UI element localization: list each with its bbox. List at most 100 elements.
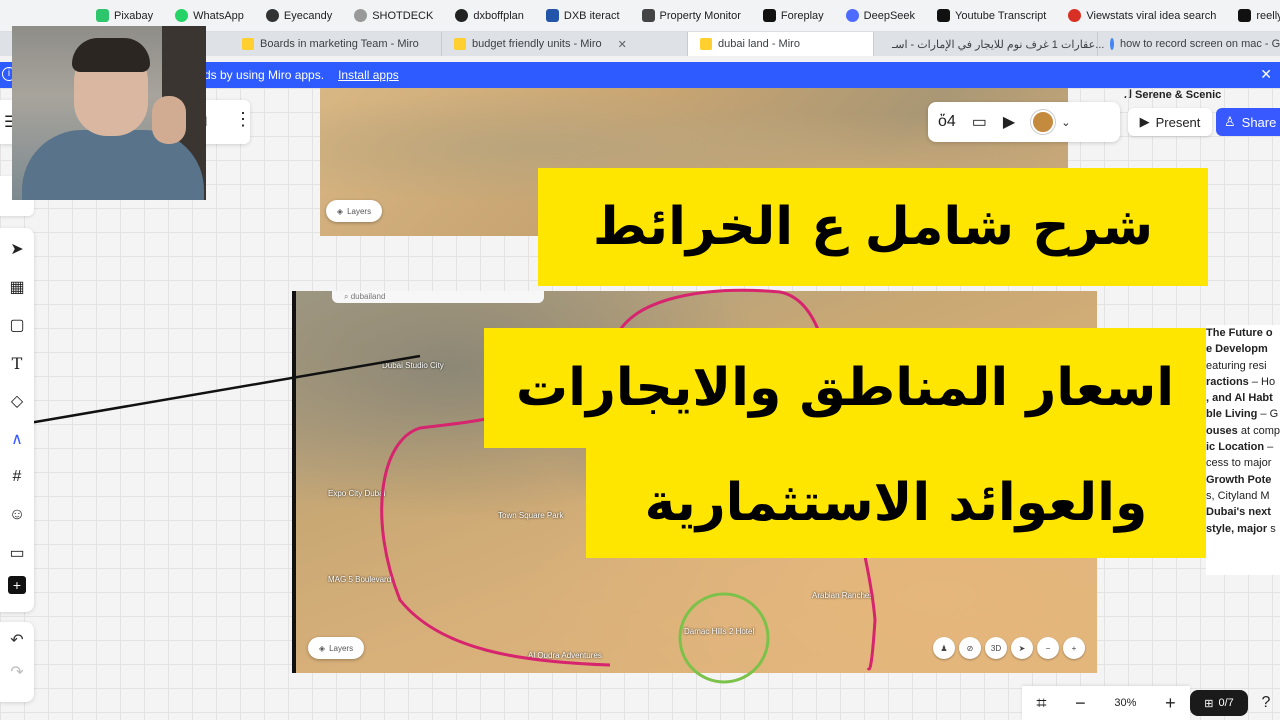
bookmark-youtube-transcript[interactable]: Youtube Transcript [937,9,1046,22]
sticky-note-icon[interactable]: ▢ [3,310,31,340]
viewstats-icon [1068,9,1082,22]
bookmark-foreplay[interactable]: Foreplay [762,9,824,22]
frames-pager[interactable]: ⊞ 0/7 [1190,690,1248,716]
left-toolbar: ➤ ▦ ▢ T ◇ ∧ # ☺ ▭ + [0,228,34,612]
undo-icon[interactable]: ↶ [10,630,23,650]
compass-icon[interactable]: ➤ [1011,637,1033,659]
redo-icon[interactable]: ↷ [10,662,23,682]
zoom-out-button[interactable]: − [1075,693,1086,714]
map-label-arabian-ranches: Arabian Ranches [812,591,874,600]
miro-icon [700,38,712,50]
tab-property-listings[interactable]: عقارات 1 غرف نوم للايجار في الإمارات - ا… [874,32,1104,56]
map-zoom-out-icon[interactable]: − [1037,637,1059,659]
map-layers-button-main[interactable]: ◈ Layers [308,637,364,659]
tab-boards-in-marketing[interactable]: Boards in marketing Team - Miro [230,32,442,56]
caption-line-3: والعوائد الاستثمارية [586,448,1206,558]
eyecandy-icon [265,9,279,22]
youtube-transcript-icon [937,9,951,22]
map-label-expo-city: Expo City Dubai [328,489,386,498]
reelly-icon [1238,9,1252,22]
webcam-overlay [12,26,206,200]
collaboration-toolbar: ὄ4 ▭ ▶ ⌄ [928,102,1120,142]
map-zoom-in-icon[interactable]: + [1063,637,1085,659]
globe-icon [354,9,368,22]
dxboffplan-icon [455,9,469,22]
text-document-card[interactable]: The Future o e Developm eaturing resi racti… [1206,325,1280,575]
close-banner-icon[interactable]: ✕ [1260,66,1272,83]
map-controls: ♟ ⊘ 3D ➤ − + [933,637,1085,659]
frame-icon[interactable]: # [3,462,31,492]
doc-line: ractions – Ho [1206,375,1276,388]
bookmark-dxb-iteract[interactable]: DXB iteract [545,9,620,22]
comment-icon[interactable]: ▭ [3,538,31,568]
doc-line: cess to major [1206,457,1272,470]
doc-line: style, major s [1206,522,1276,535]
chevron-down-icon[interactable]: ⌄ [1061,116,1070,129]
doc-heading-partial: ل Serene & Scenic [1124,89,1222,98]
more-options-icon[interactable]: ⋮ [234,109,252,130]
doc-line: , and Al Habt [1206,392,1273,405]
zoom-in-button[interactable]: + [1165,693,1176,714]
help-icon[interactable]: ? [1254,690,1278,716]
bookmark-pixabay[interactable]: Pixabay [96,9,153,22]
avatar[interactable] [1031,110,1056,134]
shapes-icon[interactable]: ◇ [3,386,31,416]
add-more-icon[interactable]: + [8,576,26,594]
share-user-icon: ♙ [1224,114,1236,129]
tab-google-search[interactable]: how to record screen on mac - Go [1098,32,1280,56]
banner-text: ds by using Miro apps. [204,68,325,82]
sticker-icon[interactable]: ☺ [3,500,31,530]
foreplay-icon [762,9,776,22]
select-tool-icon[interactable]: ➤ [3,234,31,264]
doc-line: e Developm [1206,343,1268,356]
deepseek-icon [845,9,859,22]
bookmark-whatsapp[interactable]: WhatsApp [175,9,244,22]
compass-off-icon[interactable]: ⊘ [959,637,981,659]
pixabay-icon [96,9,109,22]
undo-redo-toolbar: ↶ ↷ [0,622,34,702]
dxb-iteract-icon [545,9,559,22]
bookmark-dxboffplan[interactable]: dxboffplan [455,9,524,22]
doc-line: The Future o [1206,327,1273,339]
doc-line: s, Cityland M [1206,489,1270,502]
map-layers-button[interactable]: ◈ Layers [326,200,382,222]
bookmark-viewstats[interactable]: Viewstats viral idea search [1068,9,1216,22]
present-button[interactable]: ▶ Present [1128,108,1212,136]
reactions-icon[interactable]: ὄ4 [938,113,956,131]
close-tab-icon[interactable]: ✕ [618,38,627,51]
bookmark-deepseek[interactable]: DeepSeek [845,9,915,22]
bookmark-eyecandy[interactable]: Eyecandy [265,9,332,22]
map-3d-button[interactable]: 3D [985,637,1007,659]
tab-budget-friendly-units[interactable]: budget friendly units - Miro ✕ [442,32,688,56]
caption-line-2: اسعار المناطق والايجارات [484,328,1206,448]
bookmark-shotdeck[interactable]: SHOTDECK [354,9,433,22]
google-icon [1110,38,1114,50]
bookmark-property-monitor[interactable]: Property Monitor [641,9,741,22]
layers-icon: ◈ [318,643,326,653]
caption-line-1: شرح شامل ع الخرائط [538,168,1208,286]
search-icon: ⌕ [344,292,351,301]
text-tool-icon[interactable]: T [3,348,31,378]
zoom-level[interactable]: 30% [1114,697,1136,709]
chat-icon[interactable]: ▭ [972,112,987,132]
pegman-icon[interactable]: ♟ [933,637,955,659]
doc-line: ic Location – [1206,441,1274,454]
doc-line: Dubai's next [1206,506,1271,519]
map-label-studio-city: Dubai Studio City [382,361,444,370]
bookmark-reelly[interactable]: reelly [1238,9,1280,22]
tab-dubai-land[interactable]: dubai land - Miro [688,32,874,56]
fit-frame-icon[interactable]: ⌗ [1036,693,1046,714]
zoom-controls: ⌗ − 30% + [1022,686,1190,720]
map-search-input[interactable]: ⌕ dubailand [332,291,544,303]
templates-icon[interactable]: ▦ [3,272,31,302]
doc-line: Growth Pote [1206,473,1272,486]
map-label-al-qudra: Al Qudra Adventures [528,651,602,660]
install-apps-link[interactable]: Install apps [338,68,399,82]
play-icon: ▶ [1139,114,1150,129]
share-button[interactable]: ♙ Share [1216,108,1280,136]
doc-line: eaturing resi [1206,359,1267,372]
map-label-damac-hills: Damac Hills 2 Hotel [684,627,755,636]
map-edge [292,291,296,673]
pen-icon[interactable]: ∧ [3,424,31,454]
video-call-icon[interactable]: ▶ [1003,112,1015,132]
